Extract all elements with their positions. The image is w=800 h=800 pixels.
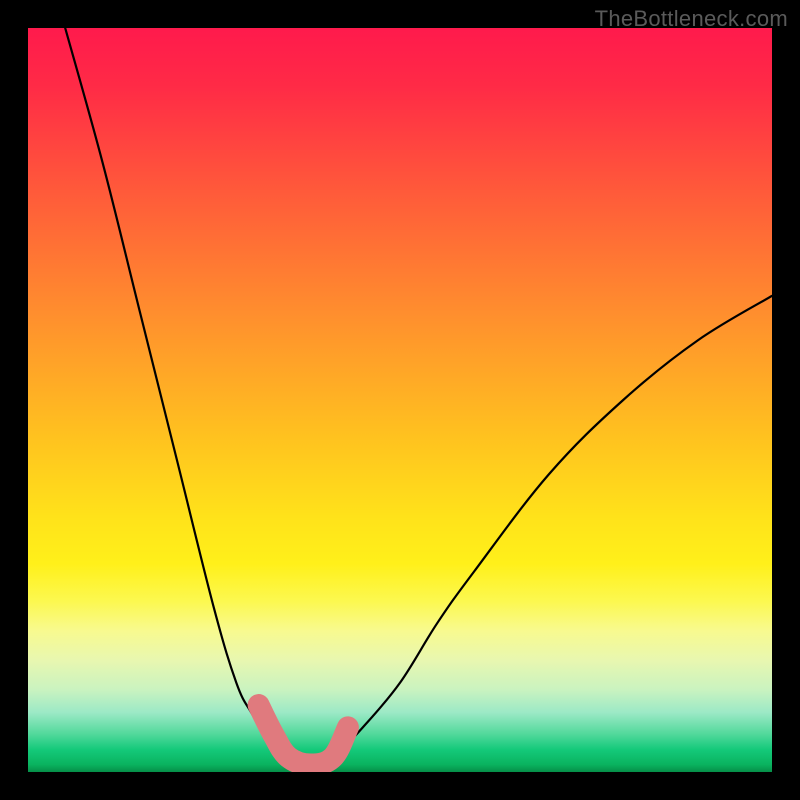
plot-area (28, 28, 772, 772)
chart-frame: TheBottleneck.com (0, 0, 800, 800)
curve-right-branch (326, 296, 772, 757)
curve-svg (28, 28, 772, 772)
curve-left-branch (65, 28, 288, 757)
curve-highlight-bottom (259, 705, 348, 765)
